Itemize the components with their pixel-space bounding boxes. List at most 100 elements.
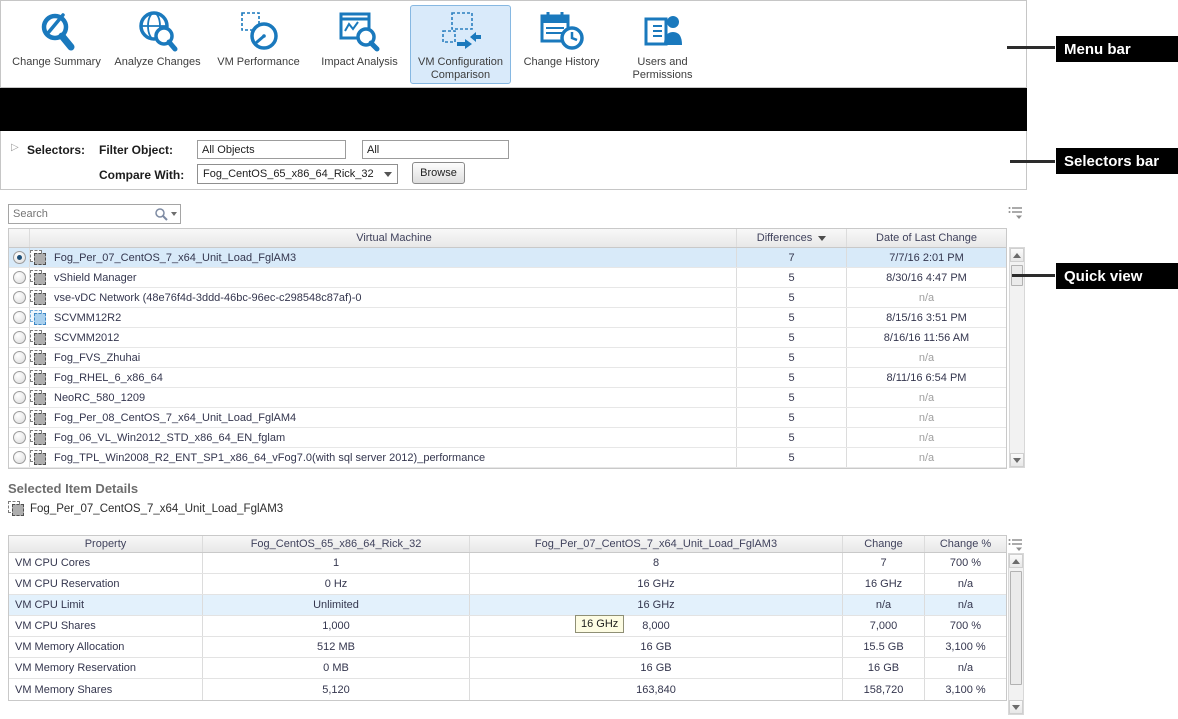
differences-value: 5	[736, 368, 846, 387]
menu-item-users-and-permissions[interactable]: Users and Permissions	[612, 5, 713, 84]
filter-object-input[interactable]	[197, 140, 346, 159]
table-row[interactable]: SCVMM12R2 5 8/15/16 3:51 PM	[9, 308, 1006, 328]
last-change-date: n/a	[846, 388, 1006, 407]
vm-configuration-comparison-screen: Change Summary Analyze Changes VM Perfor…	[0, 0, 1178, 719]
table-row[interactable]: vse-vDC Network (48e76f4d-3ddd-46bc-96ec…	[9, 288, 1006, 308]
vm-performance-icon	[236, 8, 282, 56]
vm-icon	[30, 250, 46, 265]
last-change-date: n/a	[846, 288, 1006, 307]
menu-item-change-summary[interactable]: Change Summary	[6, 5, 107, 84]
menu-item-analyze-changes[interactable]: Analyze Changes	[107, 5, 208, 84]
table-row[interactable]: Fog_Per_07_CentOS_7_x64_Unit_Load_FglAM3…	[9, 248, 1006, 268]
change-history-icon	[538, 8, 586, 56]
property-row: VM Memory Shares 5,120 163,840 158,720 3…	[9, 679, 1006, 700]
sort-descending-icon	[818, 236, 826, 241]
menu-item-vm-performance[interactable]: VM Performance	[208, 5, 309, 84]
table-row[interactable]: vShield Manager 5 8/30/16 4:47 PM	[9, 268, 1006, 288]
property-name: VM CPU Reservation	[9, 574, 203, 594]
row-radio[interactable]	[13, 311, 26, 324]
right-vm-value: 16 GB	[470, 658, 843, 678]
menu-item-label: VM Performance	[217, 56, 300, 69]
radio-column-header	[9, 229, 30, 247]
details-scrollbar[interactable]	[1008, 553, 1024, 715]
left-vm-value: Unlimited	[203, 595, 470, 615]
right-vm-value: 163,840	[470, 679, 843, 700]
left-vm-column-header[interactable]: Fog_CentOS_65_x86_64_Rick_32	[203, 536, 470, 552]
vm-icon	[30, 390, 46, 405]
quick-view-scrollbar[interactable]	[1009, 247, 1025, 468]
scroll-down-icon[interactable]	[1009, 700, 1023, 714]
change-value: n/a	[843, 595, 925, 615]
table-customizer-icon[interactable]	[1008, 206, 1023, 222]
menu-item-vm-configuration-comparison[interactable]: VM Configuration Comparison	[410, 5, 511, 84]
date-column-header[interactable]: Date of Last Change	[846, 229, 1006, 247]
row-radio[interactable]	[13, 391, 26, 404]
differences-value: 5	[736, 408, 846, 427]
scroll-up-icon[interactable]	[1009, 554, 1023, 568]
table-row[interactable]: SCVMM2012 5 8/16/16 11:56 AM	[9, 328, 1006, 348]
left-vm-value: 1,000	[203, 616, 470, 636]
table-row[interactable]: Fog_FVS_Zhuhai 5 n/a	[9, 348, 1006, 368]
change-pct-column-header[interactable]: Change %	[925, 536, 1006, 552]
table-row[interactable]: Fog_06_VL_Win2012_STD_x86_64_EN_fglam 5 …	[9, 428, 1006, 448]
table-row[interactable]: Fog_RHEL_6_x86_64 5 8/11/16 6:54 PM	[9, 368, 1006, 388]
vm-name: NeoRC_580_1209	[52, 388, 736, 407]
filter-type-input[interactable]	[362, 140, 509, 159]
property-row: VM CPU Reservation 0 Hz 16 GHz 16 GHz n/…	[9, 574, 1006, 595]
row-radio[interactable]	[13, 411, 26, 424]
selectors-bar: ▷ Selectors: Filter Object: Compare With…	[0, 131, 1027, 190]
table-row[interactable]: Fog_TPL_Win2008_R2_ENT_SP1_x86_64_vFog7.…	[9, 448, 1006, 468]
last-change-date: 8/11/16 6:54 PM	[846, 368, 1006, 387]
scroll-up-icon[interactable]	[1010, 248, 1024, 262]
property-name: VM Memory Shares	[9, 679, 203, 700]
change-pct-value: 3,100 %	[925, 637, 1006, 657]
table-customizer-icon[interactable]	[1008, 538, 1023, 554]
vm-name: SCVMM12R2	[52, 308, 736, 327]
row-radio[interactable]	[13, 291, 26, 304]
change-value: 16 GHz	[843, 574, 925, 594]
selected-item: Fog_Per_07_CentOS_7_x64_Unit_Load_FglAM3	[8, 501, 283, 516]
compare-with-select[interactable]: Fog_CentOS_65_x86_64_Rick_32	[197, 164, 398, 184]
virtual-machine-column-header[interactable]: Virtual Machine	[52, 229, 736, 247]
menu-item-impact-analysis[interactable]: Impact Analysis	[309, 5, 410, 84]
row-radio[interactable]	[13, 351, 26, 364]
change-column-header[interactable]: Change	[843, 536, 925, 552]
row-radio[interactable]	[13, 431, 26, 444]
vm-icon	[8, 501, 24, 516]
vm-icon	[30, 290, 46, 305]
scroll-down-icon[interactable]	[1010, 453, 1024, 467]
chevron-down-icon	[171, 212, 177, 216]
property-comparison-table: Property Fog_CentOS_65_x86_64_Rick_32 Fo…	[8, 535, 1007, 701]
property-column-header[interactable]: Property	[9, 536, 203, 552]
differences-value: 5	[736, 268, 846, 287]
last-change-date: 8/30/16 4:47 PM	[846, 268, 1006, 287]
change-pct-value: 700 %	[925, 553, 1006, 573]
selectors-expander-icon[interactable]: ▷	[11, 142, 19, 153]
property-row: VM Memory Reservation 0 MB 16 GB 16 GB n…	[9, 658, 1006, 679]
change-summary-icon	[35, 8, 79, 56]
details-section-title: Selected Item Details	[8, 481, 138, 496]
scrollbar-thumb[interactable]	[1010, 571, 1022, 685]
search-icon[interactable]	[153, 207, 180, 221]
vm-icon	[30, 450, 46, 465]
table-row[interactable]: NeoRC_580_1209 5 n/a	[9, 388, 1006, 408]
differences-column-header[interactable]: Differences	[736, 229, 846, 247]
search-input[interactable]	[9, 208, 153, 220]
vm-name: SCVMM2012	[52, 328, 736, 347]
row-radio[interactable]	[13, 331, 26, 344]
menu-item-change-history[interactable]: Change History	[511, 5, 612, 84]
menu-item-label: Users and Permissions	[613, 56, 712, 82]
right-vm-column-header[interactable]: Fog_Per_07_CentOS_7_x64_Unit_Load_FglAM3	[470, 536, 843, 552]
row-radio[interactable]	[13, 271, 26, 284]
row-radio[interactable]	[13, 371, 26, 384]
compare-with-label: Compare With:	[99, 168, 184, 182]
row-radio[interactable]	[13, 251, 26, 264]
quick-view-callout-line	[1012, 274, 1055, 277]
browse-button[interactable]: Browse	[412, 162, 465, 184]
change-value: 158,720	[843, 679, 925, 700]
table-header-row: Property Fog_CentOS_65_x86_64_Rick_32 Fo…	[9, 536, 1006, 553]
menu-bar-callout-line	[1007, 46, 1055, 49]
table-row[interactable]: Fog_Per_08_CentOS_7_x64_Unit_Load_FglAM4…	[9, 408, 1006, 428]
row-radio[interactable]	[13, 451, 26, 464]
property-name: VM Memory Reservation	[9, 658, 203, 678]
